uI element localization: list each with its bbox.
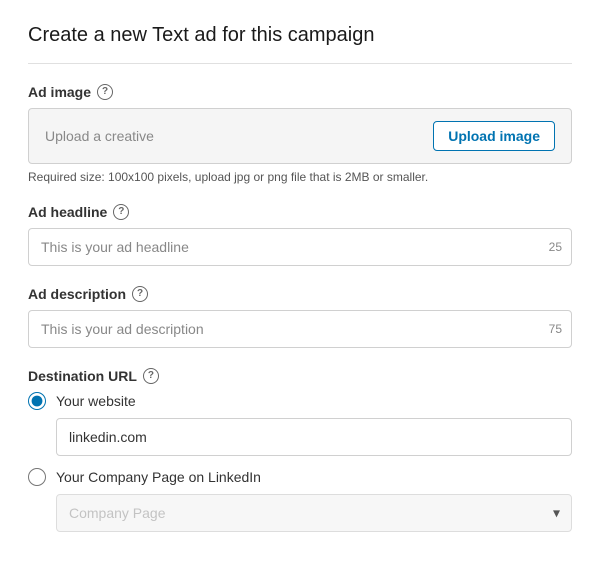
ad-image-help-icon[interactable]: ? — [97, 84, 113, 100]
destination-url-help-icon[interactable]: ? — [143, 368, 159, 384]
upload-image-button[interactable]: Upload image — [433, 121, 555, 151]
ad-description-help-icon[interactable]: ? — [132, 286, 148, 302]
radio-your-website[interactable] — [28, 392, 46, 410]
ad-headline-label: Ad headline ? — [28, 204, 572, 220]
ad-headline-input[interactable] — [28, 228, 572, 266]
upload-placeholder: Upload a creative — [45, 128, 154, 144]
radio-company-page[interactable] — [28, 468, 46, 486]
destination-url-section: Destination URL ? Your website Your Comp… — [28, 368, 572, 532]
ad-image-label: Ad image ? — [28, 84, 572, 100]
page-container: Create a new Text ad for this campaign A… — [0, 0, 600, 572]
radio-your-website-label: Your website — [56, 393, 136, 409]
radio-option-company-page[interactable]: Your Company Page on LinkedIn — [28, 468, 572, 486]
ad-headline-char-count: 25 — [549, 240, 562, 254]
company-page-select-wrapper: Company Page ▾ — [56, 494, 572, 532]
ad-image-section: Ad image ? Upload a creative Upload imag… — [28, 84, 572, 184]
ad-description-section: Ad description ? 75 — [28, 286, 572, 348]
upload-box: Upload a creative Upload image — [28, 108, 572, 164]
ad-headline-input-wrapper: 25 — [28, 228, 572, 266]
ad-description-label: Ad description ? — [28, 286, 572, 302]
upload-hint: Required size: 100x100 pixels, upload jp… — [28, 170, 572, 184]
destination-url-label: Destination URL ? — [28, 368, 572, 384]
ad-headline-section: Ad headline ? 25 — [28, 204, 572, 266]
company-page-select[interactable]: Company Page — [56, 494, 572, 532]
radio-company-page-label: Your Company Page on LinkedIn — [56, 469, 261, 485]
ad-description-char-count: 75 — [549, 322, 562, 336]
url-input[interactable] — [56, 418, 572, 456]
ad-description-input[interactable] — [28, 310, 572, 348]
ad-description-input-wrapper: 75 — [28, 310, 572, 348]
ad-headline-help-icon[interactable]: ? — [113, 204, 129, 220]
page-title: Create a new Text ad for this campaign — [28, 24, 572, 64]
radio-option-your-website[interactable]: Your website — [28, 392, 572, 410]
